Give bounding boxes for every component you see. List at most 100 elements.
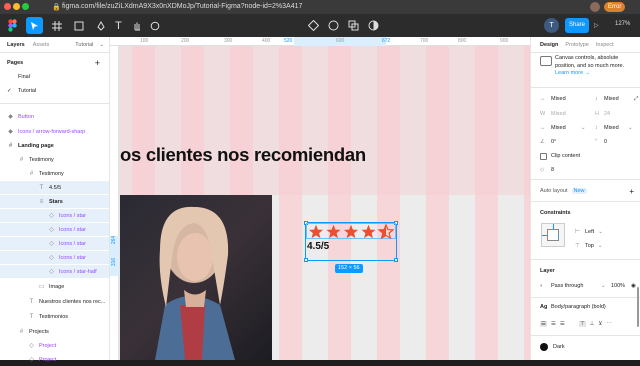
layer-testimonios[interactable]: T Testimonios: [0, 310, 109, 323]
w-label: W: [540, 111, 546, 117]
layer-star-2[interactable]: ◇ Icons / star: [0, 223, 109, 236]
resize-handle[interactable]: [304, 258, 308, 262]
zoom-level[interactable]: 127%: [615, 21, 630, 27]
text-tool-icon[interactable]: T: [110, 17, 127, 34]
tab-design[interactable]: Design: [540, 42, 558, 48]
align-left-icon[interactable]: ☰: [540, 321, 547, 327]
layer-star-1[interactable]: ◇ Icons / star: [0, 209, 109, 222]
layer-landing-page[interactable]: # Landing page: [0, 139, 109, 152]
add-page-icon[interactable]: +: [95, 58, 100, 68]
selection-box[interactable]: 4.5/5: [304, 221, 398, 262]
layer-testimony[interactable]: # Testimony: [0, 153, 109, 166]
tab-layers[interactable]: Layers: [7, 42, 25, 48]
profile-avatar[interactable]: [590, 2, 600, 12]
text-options-icon[interactable]: ⋯: [606, 321, 612, 327]
stars-frame[interactable]: [306, 223, 396, 239]
testimonials-heading[interactable]: os clientes nos recomiendan: [120, 144, 366, 166]
landing-page-frame[interactable]: os clientes nos recomiendan 4.5/5 152 × …: [120, 46, 530, 360]
frame-tool-icon[interactable]: [48, 17, 65, 34]
mask-icon[interactable]: [325, 17, 342, 34]
layer-star-3[interactable]: ◇ Icons / star: [0, 237, 109, 250]
divider: [0, 103, 109, 104]
layer-count-field[interactable]: 8: [551, 167, 554, 173]
h-resize-dropdown[interactable]: Mixed: [604, 125, 628, 131]
error-badge[interactable]: Error: [604, 2, 626, 12]
comment-tool-icon[interactable]: [146, 17, 163, 34]
layer-star-half[interactable]: ◇ Icons / star-half: [0, 265, 109, 278]
contrast-icon[interactable]: [365, 17, 382, 34]
minimize-window-icon[interactable]: [13, 3, 20, 10]
fill-style-name[interactable]: Dark: [553, 344, 565, 350]
layer-image[interactable]: ▭ Image: [0, 280, 109, 293]
page-item-final[interactable]: Final: [0, 71, 109, 83]
canvas[interactable]: 100 200 300 400 520 600 672 700 800 900 …: [110, 37, 530, 360]
play-icon[interactable]: ▷: [594, 22, 599, 29]
constraints-widget[interactable]: [541, 223, 565, 247]
h-field[interactable]: 24: [604, 111, 634, 117]
component-instance-icon: ◇: [49, 255, 54, 261]
layer-projects[interactable]: # Projects: [0, 325, 109, 338]
user-avatar[interactable]: T: [544, 18, 559, 33]
stars-row: [309, 224, 395, 239]
x-field[interactable]: Mixed: [551, 96, 595, 102]
w-field[interactable]: Mixed: [551, 111, 595, 117]
constraint-left-line[interactable]: [542, 235, 547, 236]
horizontal-constraint-dropdown[interactable]: Left: [585, 229, 594, 235]
vertical-constraint-dropdown[interactable]: Top: [585, 243, 594, 249]
layer-star-4[interactable]: ◇ Icons / star: [0, 251, 109, 264]
tab-inspect[interactable]: Inspect: [596, 42, 614, 48]
y-field[interactable]: Mixed: [604, 96, 634, 102]
blend-mode-dropdown[interactable]: Pass through: [551, 283, 601, 289]
align-middle-icon[interactable]: ⊥: [590, 321, 595, 327]
panel-scrollbar[interactable]: [637, 287, 639, 327]
resize-handle[interactable]: [394, 258, 398, 262]
testimony-image[interactable]: [120, 195, 272, 360]
layer-testimony-inner[interactable]: # Testimony: [0, 167, 109, 180]
layer-button[interactable]: ◆ Button: [0, 110, 109, 123]
align-right-icon[interactable]: ☰: [560, 321, 565, 327]
layer-project-1[interactable]: ◇ Project: [0, 339, 109, 352]
constraint-top-line[interactable]: [553, 224, 554, 229]
fill-swatch[interactable]: [540, 343, 548, 351]
w-resize-dropdown[interactable]: Mixed: [551, 125, 581, 131]
tab-prototype[interactable]: Prototype: [565, 42, 589, 48]
eye-icon[interactable]: ◉: [631, 283, 636, 289]
page-item-tutorial[interactable]: ✓ Tutorial: [0, 85, 109, 97]
testimony-section-bg: [120, 46, 530, 195]
learn-more-link[interactable]: Learn more →: [555, 70, 631, 78]
resize-mode-icon[interactable]: ⤢: [634, 96, 638, 103]
star-icon: [361, 224, 376, 239]
rectangle-tool-icon[interactable]: [70, 17, 87, 34]
clip-content-checkbox[interactable]: [540, 152, 547, 160]
align-top-icon[interactable]: ⊤: [578, 321, 586, 327]
maximize-window-icon[interactable]: [22, 3, 29, 10]
boolean-icon[interactable]: [345, 17, 362, 34]
text-layer-icon: T: [29, 298, 34, 305]
layer-icons-arrow[interactable]: ◆ Icons / arrow-forward-sharp: [0, 125, 109, 138]
hand-tool-icon[interactable]: [128, 17, 145, 34]
person-photo: [155, 206, 235, 360]
text-style-name[interactable]: Body/paragraph (bold): [551, 304, 606, 310]
pen-tool-icon[interactable]: [92, 17, 109, 34]
corner-radius-field[interactable]: 0: [604, 139, 634, 145]
align-bottom-icon[interactable]: ⊻: [598, 321, 602, 327]
component-icon[interactable]: [305, 17, 322, 34]
new-badge: New: [571, 188, 587, 194]
rating-text[interactable]: 4.5/5: [307, 241, 329, 252]
layer-rating-text[interactable]: T 4.5/5: [0, 181, 109, 194]
rotation-field[interactable]: 0°: [551, 139, 595, 145]
layer-heading-text[interactable]: T Nuestros clientes nos rec...: [0, 295, 109, 308]
close-window-icon[interactable]: [4, 3, 11, 10]
chevron-down-icon: ⌄: [598, 229, 603, 235]
share-button[interactable]: Share: [565, 18, 589, 33]
align-center-icon[interactable]: ☰: [551, 321, 556, 327]
move-tool-icon[interactable]: [26, 17, 43, 34]
opacity-field[interactable]: 100%: [611, 283, 631, 289]
figma-menu-icon[interactable]: [4, 17, 21, 34]
tab-assets[interactable]: Assets: [33, 42, 50, 48]
layer-stars[interactable]: ≡ Stars: [0, 195, 109, 208]
url-bar[interactable]: figma.com/file/zuZiLXdmA9X3x0nXDMoJp/Tut…: [62, 3, 302, 10]
file-page-dropdown[interactable]: Tutorial: [75, 42, 93, 48]
constraint-box: [547, 229, 559, 241]
add-auto-layout-icon[interactable]: +: [629, 187, 634, 196]
